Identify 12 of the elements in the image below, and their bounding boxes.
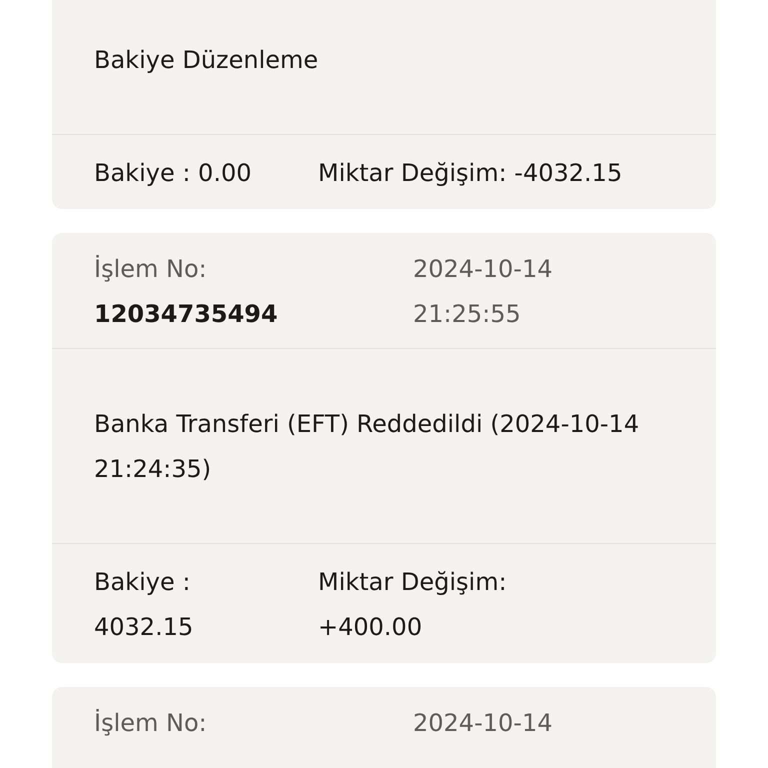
balance-text: Bakiye : 4032.15 [94, 567, 194, 643]
transaction-id-label: İşlem No: [94, 708, 207, 739]
transaction-date: 2024-10-14 [413, 708, 552, 739]
transaction-id-label: İşlem No: [94, 254, 207, 285]
amount-change-text: Miktar Değişim: -4032.15 [318, 158, 622, 189]
transaction-time: 21:25:55 [413, 299, 521, 330]
transaction-id: 12034735494 [94, 299, 278, 330]
transaction-description: Banka Transferi (EFT) Reddedildi (2024-10-14 21:24:35) [94, 409, 640, 485]
balance-text: Bakiye : 0.00 [94, 158, 252, 189]
transaction-date: 2024-10-14 [413, 254, 552, 285]
transaction-description: Bakiye Düzenleme [94, 45, 320, 76]
amount-change-text: Miktar Değişim: +400.00 [318, 567, 507, 643]
